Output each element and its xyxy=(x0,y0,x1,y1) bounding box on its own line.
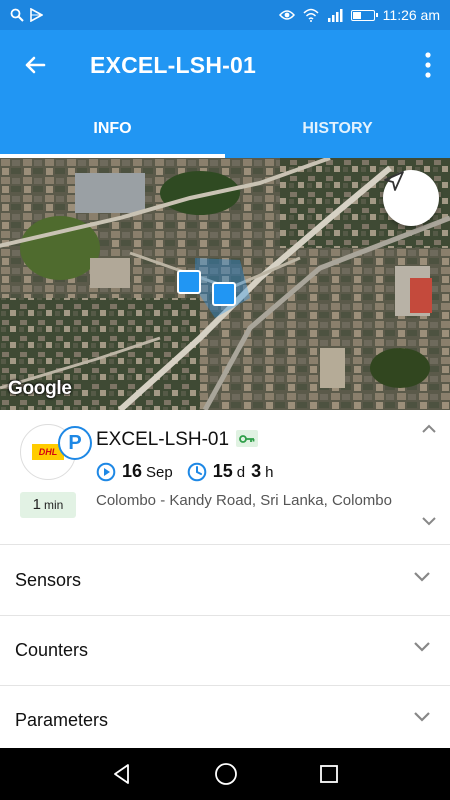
google-logo: Google xyxy=(8,378,72,399)
status-time: 11:26 am xyxy=(382,7,440,23)
tab-bar: INFO HISTORY xyxy=(0,100,450,158)
chevron-down-icon xyxy=(414,572,430,582)
object-card[interactable]: DHL P 1 min EXCEL-LSH-01 16 Sep 15 d 3 h… xyxy=(0,410,450,545)
date-month: Sep xyxy=(146,464,173,481)
signal-icon xyxy=(327,9,343,22)
section-parameters[interactable]: Parameters xyxy=(0,686,450,748)
date-day: 16 xyxy=(122,461,143,481)
section-sensors[interactable]: Sensors xyxy=(0,546,450,616)
chevron-down-icon xyxy=(414,712,430,722)
system-nav-bar xyxy=(0,748,450,800)
duration-chip: 1 min xyxy=(20,492,76,518)
arrow-left-icon[interactable] xyxy=(20,50,50,80)
eye-icon xyxy=(278,10,295,20)
back-triangle-icon[interactable] xyxy=(111,763,133,785)
play-store-icon xyxy=(30,8,43,22)
page-title: EXCEL-LSH-01 xyxy=(90,52,256,78)
wifi-icon xyxy=(303,8,319,22)
key-icon xyxy=(236,430,258,447)
time-days-unit: d xyxy=(236,464,246,481)
duration-value: 1 xyxy=(32,496,41,513)
app-bar: EXCEL-LSH-01 INFO HISTORY xyxy=(0,30,450,158)
tab-info[interactable]: INFO xyxy=(0,100,225,158)
home-circle-icon[interactable] xyxy=(214,762,238,786)
map-marker-end xyxy=(212,282,236,306)
section-label: Counters xyxy=(15,640,89,660)
navigation-arrow-icon xyxy=(384,171,404,191)
chevron-down-icon xyxy=(414,642,430,652)
status-bar: 11:26 am xyxy=(0,0,450,30)
recents-square-icon[interactable] xyxy=(319,764,339,784)
time-hours: 3 xyxy=(251,461,262,481)
section-counters[interactable]: Counters xyxy=(0,616,450,686)
play-circle-icon xyxy=(96,462,116,481)
chevron-down-icon[interactable] xyxy=(422,517,436,526)
object-meta: 16 Sep 15 d 3 h xyxy=(96,461,273,482)
section-label: Parameters xyxy=(15,710,109,730)
time-hours-unit: h xyxy=(265,464,274,481)
chevron-up-icon[interactable] xyxy=(422,424,436,433)
map-view[interactable]: Google xyxy=(0,158,450,410)
object-name: EXCEL-LSH-01 xyxy=(96,429,230,450)
tab-history[interactable]: HISTORY xyxy=(225,100,450,158)
clock-icon xyxy=(187,462,207,481)
time-days: 15 xyxy=(212,461,233,481)
object-address: Colombo - Kandy Road, Sri Lanka, Colombo xyxy=(96,492,392,509)
duration-unit: min xyxy=(44,498,64,512)
parking-status-badge: P xyxy=(58,426,92,460)
map-marker-start xyxy=(177,270,201,294)
section-label: Sensors xyxy=(15,570,82,590)
locate-button[interactable] xyxy=(383,170,439,226)
more-vert-icon[interactable] xyxy=(424,52,432,78)
search-icon xyxy=(10,8,24,22)
battery-icon xyxy=(350,9,378,21)
